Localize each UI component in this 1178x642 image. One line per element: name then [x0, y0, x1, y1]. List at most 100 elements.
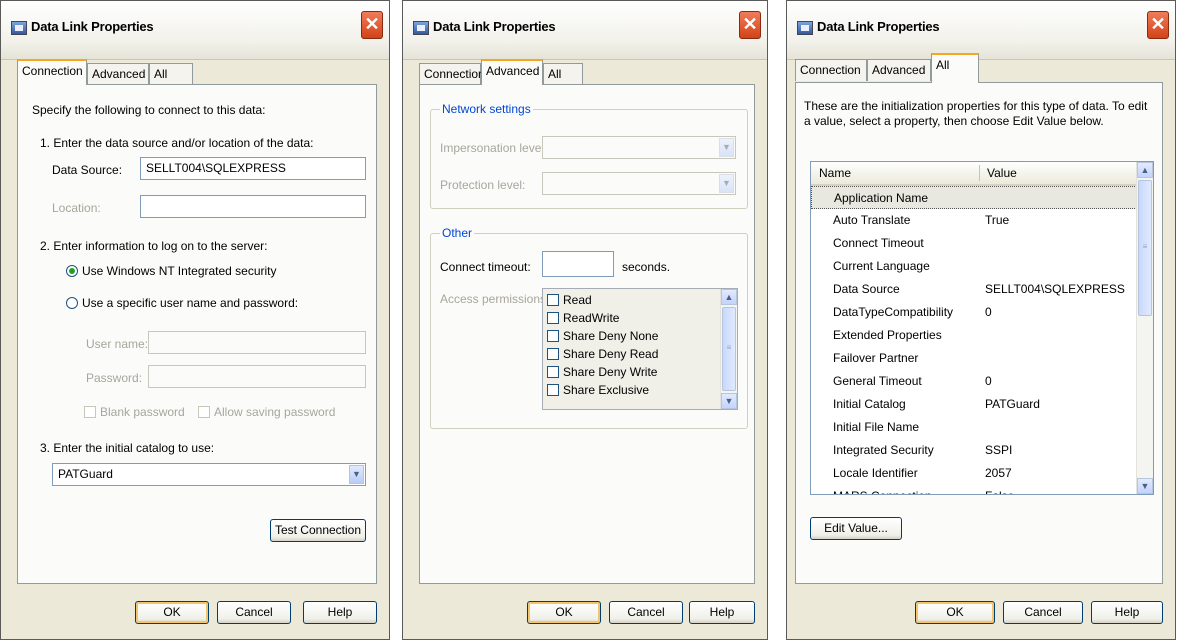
access-permissions-label: Access permissions: [440, 292, 550, 306]
column-header-value[interactable]: Value [987, 166, 1017, 180]
close-icon[interactable]: ✕ [739, 11, 761, 39]
chevron-down-icon[interactable]: ▼ [349, 465, 364, 484]
impersonation-select[interactable]: ▼ [542, 136, 736, 159]
tab-all[interactable]: All [543, 63, 583, 85]
data-link-icon [11, 21, 27, 35]
tab-advanced[interactable]: Advanced [867, 59, 931, 81]
timeout-unit: seconds. [622, 260, 671, 274]
table-row[interactable]: Application Name [811, 186, 1137, 209]
column-divider[interactable] [979, 165, 980, 181]
cancel-button[interactable]: Cancel [1003, 601, 1083, 624]
table-row[interactable]: General Timeout 0 [811, 370, 1137, 393]
timeout-input[interactable] [542, 251, 614, 277]
property-name: Data Source [833, 282, 900, 296]
table-row[interactable]: Failover Partner [811, 347, 1137, 370]
list-header: Name Value [811, 162, 1137, 186]
cancel-button[interactable]: Cancel [609, 601, 683, 624]
password-input[interactable] [148, 365, 366, 388]
scroll-up-icon[interactable]: ▲ [721, 289, 737, 305]
property-name: Initial File Name [833, 420, 920, 434]
permission-label: Share Deny Read [563, 347, 659, 361]
ok-button[interactable]: OK [135, 601, 209, 624]
location-input[interactable] [140, 195, 366, 218]
help-button[interactable]: Help [303, 601, 377, 624]
permission-checkbox[interactable] [547, 348, 559, 360]
scroll-down-icon[interactable]: ▼ [721, 393, 737, 409]
table-row[interactable]: Current Language [811, 255, 1137, 278]
table-row[interactable]: DataTypeCompatibility 0 [811, 301, 1137, 324]
blank-password-label[interactable]: Blank password [100, 405, 185, 419]
property-value: 0 [985, 374, 992, 388]
dialog-connection: Data Link Properties ✕ Connection Advanc… [0, 0, 390, 640]
table-row[interactable]: Extended Properties [811, 324, 1137, 347]
blank-password-checkbox[interactable] [84, 406, 96, 418]
permission-checkbox[interactable] [547, 294, 559, 306]
permission-checkbox[interactable] [547, 330, 559, 342]
tab-connection[interactable]: Connection [17, 59, 87, 85]
radio-nt-security[interactable] [66, 265, 78, 277]
chevron-down-icon[interactable]: ▼ [719, 138, 734, 157]
table-row[interactable]: Initial File Name [811, 416, 1137, 439]
scroll-thumb[interactable]: ≡ [722, 307, 736, 391]
dialog-all: Data Link Properties ✕ Connection Advanc… [786, 0, 1176, 640]
close-icon[interactable]: ✕ [361, 11, 383, 39]
step2-label: 2. Enter information to log on to the se… [40, 239, 268, 253]
tab-connection[interactable]: Connection [419, 63, 485, 85]
title-bar[interactable]: Data Link Properties ✕ [403, 1, 767, 60]
ok-button[interactable]: OK [915, 601, 995, 624]
tab-connection[interactable]: Connection [795, 59, 867, 81]
table-row[interactable]: Connect Timeout [811, 232, 1137, 255]
vertical-scrollbar[interactable]: ▲ ≡ ▼ [1136, 162, 1153, 494]
table-row[interactable]: Auto Translate True [811, 209, 1137, 232]
data-source-input[interactable]: SELLT004\SQLEXPRESS [140, 157, 366, 180]
table-row[interactable]: Integrated Security SSPI [811, 439, 1137, 462]
chevron-down-icon[interactable]: ▼ [719, 174, 734, 193]
timeout-label: Connect timeout: [440, 260, 531, 274]
table-row[interactable]: MARS Connection False [811, 485, 1137, 494]
help-button[interactable]: Help [689, 601, 755, 624]
scroll-down-icon[interactable]: ▼ [1137, 478, 1153, 494]
radio-nt-label[interactable]: Use Windows NT Integrated security [82, 264, 277, 278]
radio-specific-label[interactable]: Use a specific user name and password: [82, 296, 298, 310]
vertical-scrollbar[interactable]: ▲ ≡ ▼ [720, 289, 737, 409]
property-value: SELLT004\SQLEXPRESS [985, 282, 1125, 296]
properties-list[interactable]: Name Value Application Name Auto Translat… [810, 161, 1154, 495]
test-connection-button[interactable]: Test Connection [270, 519, 366, 542]
scroll-thumb[interactable]: ≡ [1138, 180, 1152, 316]
catalog-select[interactable]: PATGuard ▼ [52, 463, 366, 486]
permission-checkbox[interactable] [547, 312, 559, 324]
tab-label: All [154, 67, 168, 81]
tab-advanced[interactable]: Advanced [481, 59, 543, 85]
permission-label: Read [563, 293, 592, 307]
tab-panel: Specify the following to connect to this… [17, 84, 377, 584]
help-button[interactable]: Help [1091, 601, 1163, 624]
radio-specific-user[interactable] [66, 297, 78, 309]
table-row[interactable]: Locale Identifier 2057 [811, 462, 1137, 485]
property-name: Integrated Security [833, 443, 934, 457]
title-bar[interactable]: Data Link Properties ✕ [1, 1, 389, 60]
step1-label: 1. Enter the data source and/or location… [40, 136, 314, 150]
table-row[interactable]: Data Source SELLT004\SQLEXPRESS [811, 278, 1137, 301]
tab-advanced[interactable]: Advanced [87, 63, 149, 85]
permission-checkbox[interactable] [547, 384, 559, 396]
edit-value-button[interactable]: Edit Value... [810, 517, 902, 540]
close-icon[interactable]: ✕ [1147, 11, 1169, 39]
title-bar[interactable]: Data Link Properties ✕ [787, 1, 1175, 60]
column-header-name[interactable]: Name [819, 166, 851, 180]
allow-saving-checkbox[interactable] [198, 406, 210, 418]
protection-select[interactable]: ▼ [542, 172, 736, 195]
tab-label: All [548, 67, 562, 81]
location-label: Location: [52, 201, 101, 215]
tab-all[interactable]: All [931, 53, 979, 83]
tab-all[interactable]: All [149, 63, 193, 85]
allow-saving-label[interactable]: Allow saving password [214, 405, 335, 419]
property-value: 2057 [985, 466, 1012, 480]
table-row[interactable]: Initial Catalog PATGuard [811, 393, 1137, 416]
cancel-button[interactable]: Cancel [217, 601, 291, 624]
username-input[interactable] [148, 331, 366, 354]
access-permissions-list[interactable]: Read ReadWrite Share Deny None Share Den… [542, 288, 738, 410]
scroll-up-icon[interactable]: ▲ [1137, 162, 1153, 178]
ok-button[interactable]: OK [527, 601, 601, 624]
window-title: Data Link Properties [31, 19, 154, 34]
permission-checkbox[interactable] [547, 366, 559, 378]
